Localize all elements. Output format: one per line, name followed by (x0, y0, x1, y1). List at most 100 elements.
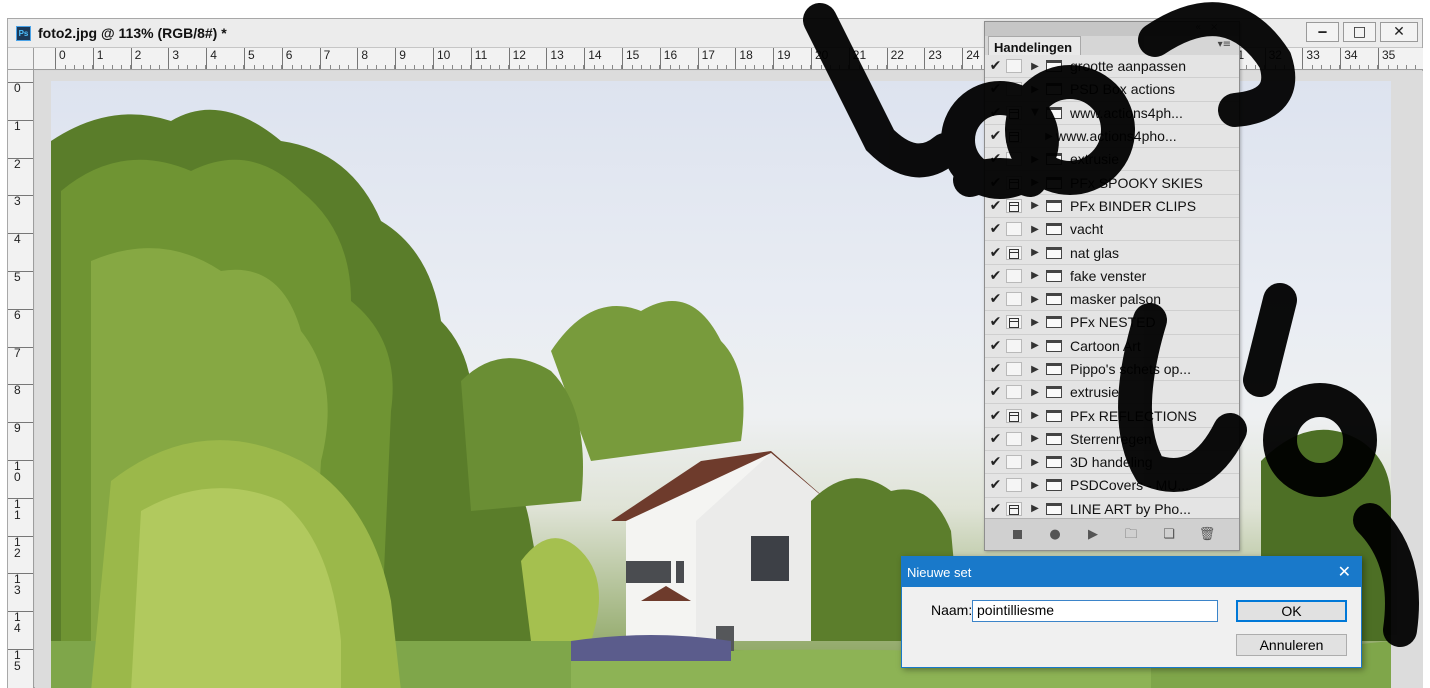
toggle-check-icon[interactable]: ✔ (985, 384, 1006, 400)
collapsed-arrow-icon[interactable]: ▶ (1028, 294, 1042, 305)
collapsed-arrow-icon[interactable]: ▶ (1028, 224, 1042, 235)
collapsed-arrow-icon[interactable]: ▶ (1028, 340, 1042, 351)
toggle-check-icon[interactable]: ✔ (985, 338, 1006, 354)
action-item[interactable]: ✔ ▶ Pippo's schets op... (985, 358, 1239, 382)
collapsed-arrow-icon[interactable]: ▶ (1028, 433, 1042, 444)
action-item[interactable]: ✔ ▶ PFx REFLECTIONS (985, 404, 1239, 428)
toggle-check-icon[interactable]: ✔ (985, 268, 1006, 284)
toggle-check-icon[interactable]: ✔ (985, 291, 1006, 307)
dialog-close-icon[interactable]: ✕ (1338, 562, 1351, 581)
play-icon[interactable]: ▶ (1084, 527, 1102, 542)
toggle-check-icon[interactable]: ✔ (985, 221, 1006, 237)
action-item[interactable]: ✔ ▶ masker palson (985, 288, 1239, 312)
close-button[interactable]: ✕ (1380, 22, 1418, 42)
action-item[interactable]: ✔ ▶ extrusie (985, 381, 1239, 405)
dialog-toggle-icon[interactable] (1006, 245, 1022, 260)
collapsed-arrow-icon[interactable]: ▶ (1028, 480, 1042, 491)
panel-menu-icon[interactable]: ▾≡ (1218, 39, 1231, 50)
collapsed-arrow-icon[interactable]: ▶ (1028, 364, 1042, 375)
collapsed-arrow-icon[interactable]: ▶ (1028, 387, 1042, 398)
dialog-toggle-icon[interactable] (1006, 362, 1022, 376)
collapsed-arrow-icon[interactable]: ▶ (1028, 410, 1042, 421)
toggle-check-icon[interactable]: ✔ (985, 314, 1006, 330)
toggle-check-icon[interactable]: ✔ (985, 81, 1006, 97)
toggle-check-icon[interactable]: ✔ (985, 151, 1006, 167)
toggle-check-icon[interactable]: ✔ (985, 454, 1006, 470)
action-item[interactable]: ✔ ▶ grootte aanpassen (985, 55, 1239, 79)
toggle-check-icon[interactable]: ✔ (985, 408, 1006, 424)
dialog-toggle-icon[interactable] (1006, 455, 1022, 470)
action-item[interactable]: ✔ ▶ nat glas (985, 241, 1239, 265)
dialog-toggle-icon[interactable] (1006, 408, 1022, 423)
collapse-panel-icon[interactable]: « (1195, 22, 1201, 33)
dialog-toggle-icon[interactable] (1006, 478, 1022, 493)
collapsed-arrow-icon[interactable]: ▶ (1028, 270, 1042, 281)
dialog-toggle-icon[interactable] (1006, 82, 1022, 97)
dialog-toggle-icon[interactable] (1006, 152, 1022, 167)
new-action-icon[interactable]: ❏ (1160, 527, 1178, 542)
action-item[interactable]: ✔ ▶ PFx BINDER CLIPS (985, 195, 1239, 219)
ruler-origin[interactable] (8, 48, 34, 70)
minimize-button[interactable]: ‒ (1306, 22, 1339, 42)
toggle-check-icon[interactable]: ✔ (985, 58, 1006, 74)
action-item[interactable]: ✔ ▶ 3D handeling (985, 451, 1239, 475)
dialog-toggle-icon[interactable] (1006, 501, 1022, 516)
collapsed-arrow-icon[interactable]: ▶ (1028, 177, 1042, 188)
action-item[interactable]: ✔ ▶ LINE ART by Pho... (985, 498, 1239, 518)
expanded-arrow-icon[interactable]: ▼ (1028, 107, 1042, 118)
dialog-toggle-icon[interactable] (1006, 431, 1022, 446)
toggle-check-icon[interactable]: ✔ (985, 105, 1006, 121)
dialog-toggle-icon[interactable] (1006, 222, 1022, 237)
collapsed-arrow-icon[interactable]: ▶ (1028, 200, 1042, 211)
collapsed-arrow-icon[interactable]: ▶ (1028, 154, 1042, 165)
action-item[interactable]: ✔ ▶ www.actions4pho... (985, 125, 1239, 149)
dialog-toggle-icon[interactable] (1006, 315, 1022, 330)
toggle-check-icon[interactable]: ✔ (985, 501, 1006, 517)
collapsed-arrow-icon[interactable]: ▶ (1028, 247, 1042, 258)
collapsed-arrow-icon[interactable]: ▶ (1028, 503, 1042, 514)
stop-icon[interactable] (1008, 528, 1026, 542)
action-item[interactable]: ✔ ▶ extrusie (985, 148, 1239, 172)
collapsed-arrow-icon[interactable]: ▶ (1042, 131, 1056, 142)
close-panel-icon[interactable]: × (1210, 22, 1218, 33)
new-set-icon[interactable]: 🗀 (1122, 527, 1140, 542)
toggle-check-icon[interactable]: ✔ (985, 245, 1006, 261)
action-item[interactable]: ✔ ▶ PFx SPOOKY SKIES (985, 171, 1239, 195)
dialog-toggle-icon[interactable] (1006, 268, 1022, 283)
action-item[interactable]: ✔ ▶ PSDCovers - MU... (985, 474, 1239, 498)
toggle-check-icon[interactable]: ✔ (985, 198, 1006, 214)
action-item[interactable]: ✔ ▶ Sterrenregen (985, 428, 1239, 452)
dialog-toggle-icon[interactable] (1006, 59, 1022, 74)
name-input[interactable]: pointilliesme (972, 600, 1218, 622)
record-icon[interactable]: ● (1046, 527, 1064, 542)
dialog-toggle-icon[interactable] (1006, 198, 1022, 213)
action-item[interactable]: ✔ ▶ vacht (985, 218, 1239, 242)
vertical-ruler[interactable]: 0123456789101112131415 (8, 70, 34, 688)
action-item[interactable]: ✔ ▶ fake venster (985, 265, 1239, 288)
maximize-button[interactable]: □ (1343, 22, 1376, 42)
toggle-check-icon[interactable]: ✔ (985, 128, 1006, 144)
toggle-check-icon[interactable]: ✔ (985, 175, 1006, 191)
actions-list[interactable]: ✔ ▶ grootte aanpassen ✔ ▶ PSD Box actions ✔ ▼ ww… (985, 55, 1239, 518)
toggle-check-icon[interactable]: ✔ (985, 431, 1006, 447)
action-item[interactable]: ✔ ▶ PSD Box actions (985, 78, 1239, 102)
action-item[interactable]: ✔ ▶ Cartoon Art (985, 335, 1239, 358)
panel-topbar[interactable]: « × (985, 22, 1239, 36)
collapsed-arrow-icon[interactable]: ▶ (1028, 61, 1042, 72)
tab-actions[interactable]: Handelingen (988, 36, 1082, 57)
collapsed-arrow-icon[interactable]: ▶ (1028, 317, 1042, 328)
dialog-toggle-icon[interactable] (1006, 338, 1022, 353)
dialog-toggle-icon[interactable] (1006, 175, 1022, 190)
dialog-toggle-icon[interactable] (1006, 105, 1022, 120)
delete-icon[interactable]: 🗑 (1198, 527, 1216, 542)
toggle-check-icon[interactable]: ✔ (985, 477, 1006, 493)
cancel-button[interactable]: Annuleren (1236, 634, 1347, 656)
action-item[interactable]: ✔ ▼ www.actions4ph... (985, 102, 1239, 125)
dialog-toggle-icon[interactable] (1006, 129, 1022, 144)
dialog-title[interactable]: Nieuwe set (902, 557, 1361, 587)
collapsed-arrow-icon[interactable]: ▶ (1028, 84, 1042, 95)
action-item[interactable]: ✔ ▶ PFx NESTED (985, 311, 1239, 335)
ok-button[interactable]: OK (1236, 600, 1347, 622)
collapsed-arrow-icon[interactable]: ▶ (1028, 457, 1042, 468)
dialog-toggle-icon[interactable] (1006, 385, 1022, 400)
